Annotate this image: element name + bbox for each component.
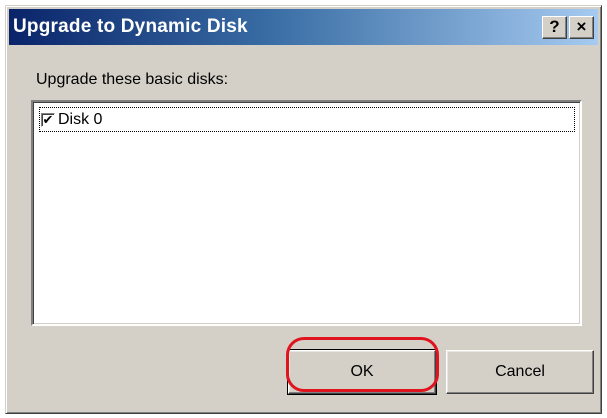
help-button[interactable]: ?: [542, 15, 567, 39]
disk-list[interactable]: ✔ Disk 0: [31, 100, 582, 326]
disk-checkbox[interactable]: ✔: [41, 112, 55, 127]
disk-list-item[interactable]: ✔ Disk 0: [39, 107, 575, 132]
cancel-button[interactable]: Cancel: [446, 350, 594, 394]
close-button[interactable]: ×: [569, 15, 594, 39]
instruction-label: Upgrade these basic disks:: [36, 71, 229, 88]
upgrade-dynamic-disk-dialog: Upgrade to Dynamic Disk ? × Upgrade thes…: [5, 5, 602, 414]
dialog-title: Upgrade to Dynamic Disk: [13, 16, 248, 37]
checkmark-icon: ✔: [42, 112, 54, 127]
disk-label: Disk 0: [58, 110, 103, 128]
ok-button[interactable]: OK: [287, 349, 437, 395]
title-bar: Upgrade to Dynamic Disk ? ×: [9, 9, 598, 45]
